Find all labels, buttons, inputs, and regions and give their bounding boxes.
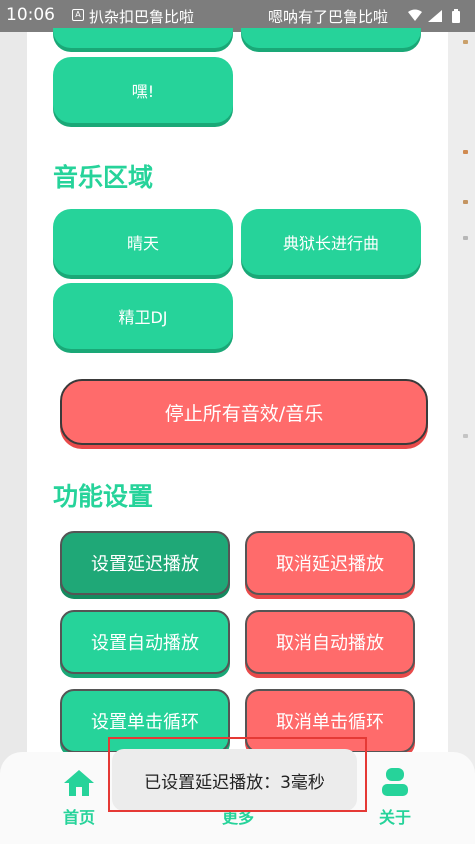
set-delay-label: 设置延迟播放 xyxy=(91,554,199,575)
set-delay-button[interactable]: 设置延迟播放 xyxy=(60,531,230,595)
notification-text-2: 嗯呐有了巴鲁比啦 xyxy=(268,8,389,26)
cancel-loop-label: 取消单击循环 xyxy=(276,712,384,733)
music-section-title: 音乐区域 xyxy=(53,163,154,192)
cancel-delay-label: 取消延迟播放 xyxy=(276,554,384,575)
nav-item-about[interactable]: 关于 xyxy=(355,766,435,828)
partial-button-right[interactable] xyxy=(241,28,421,48)
wifi-icon xyxy=(408,9,422,21)
notification-text-1: 扒杂扣巴鲁比啦 xyxy=(89,8,195,26)
partial-button-left[interactable] xyxy=(53,28,233,48)
left-edge xyxy=(0,32,27,844)
nav-item-label: 首页 xyxy=(62,808,95,827)
set-auto-label: 设置自动播放 xyxy=(91,633,199,654)
signal-icon xyxy=(428,10,442,22)
home-icon xyxy=(64,770,94,796)
status-time: 10:06 xyxy=(6,5,55,25)
nav-item-home[interactable]: 首页 xyxy=(39,768,119,828)
set-loop-label: 设置单击循环 xyxy=(91,712,199,733)
nav-item-label: 关于 xyxy=(378,808,411,827)
cancel-auto-label: 取消自动播放 xyxy=(276,633,384,654)
music-button-label: 精卫DJ xyxy=(118,308,168,327)
cancel-auto-button[interactable]: 取消自动播放 xyxy=(245,610,415,674)
settings-section-title: 功能设置 xyxy=(53,482,154,511)
music-button-qingtian[interactable]: 晴天 xyxy=(53,209,233,275)
stop-all-button-label: 停止所有音效/音乐 xyxy=(164,402,324,425)
music-button-warden-march[interactable]: 典狱长进行曲 xyxy=(241,209,421,275)
set-auto-button[interactable]: 设置自动播放 xyxy=(60,610,230,674)
music-button-label: 典狱长进行曲 xyxy=(282,234,379,253)
music-button-jingwei-dj[interactable]: 精卫DJ xyxy=(53,283,233,349)
stop-all-button[interactable]: 停止所有音效/音乐 xyxy=(60,379,428,445)
music-button-label: 晴天 xyxy=(126,234,159,253)
battery-icon xyxy=(452,11,460,23)
toast-highlight-box xyxy=(108,737,367,812)
cancel-delay-button[interactable]: 取消延迟播放 xyxy=(245,531,415,595)
hey-button-label: 嘿! xyxy=(131,82,155,101)
right-edge xyxy=(448,32,475,844)
person-icon xyxy=(382,768,408,796)
hey-button[interactable]: 嘿! xyxy=(53,57,233,123)
status-icons xyxy=(408,9,460,23)
app-notification-icon: A xyxy=(72,9,84,21)
